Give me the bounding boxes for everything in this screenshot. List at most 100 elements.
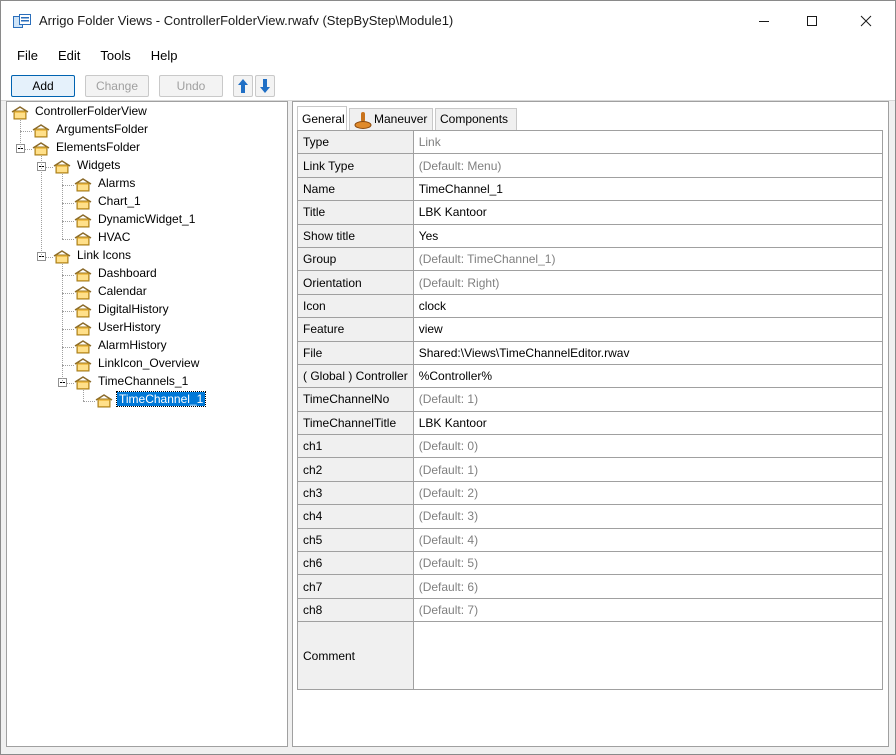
property-row: TimeChannelTitle LBK Kantoor — [297, 410, 884, 436]
property-value[interactable]: (Default: 1) — [412, 457, 884, 482]
tree-connector — [62, 275, 74, 276]
joystick-icon — [354, 112, 372, 129]
tree-item[interactable]: Chart_1 — [96, 194, 143, 208]
property-row: ( Global ) Controller %Controller% — [297, 363, 884, 389]
property-row: ch7 (Default: 6) — [297, 574, 884, 599]
property-row: ch3 (Default: 2) — [297, 480, 884, 506]
property-value[interactable]: Shared:\Views\TimeChannelEditor.rwav — [412, 340, 884, 365]
tab-maneuver[interactable]: Maneuver — [349, 108, 433, 130]
property-row: Link Type (Default: Menu) — [297, 153, 884, 178]
add-button[interactable]: Add — [11, 75, 75, 97]
change-button[interactable]: Change — [85, 75, 149, 97]
tree-item[interactable]: ArgumentsFolder — [54, 122, 150, 136]
tree-item[interactable]: TimeChannels_1 — [96, 374, 190, 388]
minimize-button[interactable] — [741, 1, 787, 41]
close-icon — [860, 15, 872, 27]
property-row: Type Link — [297, 129, 884, 155]
move-down-button[interactable] — [255, 75, 275, 97]
property-row: File Shared:\Views\TimeChannelEditor.rwav — [297, 340, 884, 365]
property-value[interactable]: %Controller% — [412, 363, 884, 389]
menu-tools[interactable]: Tools — [90, 48, 140, 63]
tree-connector — [62, 239, 74, 240]
tree-item[interactable]: HVAC — [96, 230, 132, 244]
property-row: ch5 (Default: 4) — [297, 527, 884, 553]
toolbar: Add Change Undo — [1, 69, 895, 101]
tree-item[interactable]: LinkIcon_Overview — [96, 356, 201, 370]
folder-node-icon — [74, 232, 92, 246]
maximize-icon — [807, 16, 817, 26]
folder-tree[interactable]: ControllerFolderView ArgumentsFolder Eleme… — [6, 101, 288, 747]
tree-connector — [83, 390, 84, 401]
property-value[interactable] — [412, 621, 884, 691]
tree-item[interactable]: UserHistory — [96, 320, 163, 334]
property-name: Icon — [297, 293, 414, 319]
property-row: ch8 (Default: 7) — [297, 597, 884, 623]
maximize-button[interactable] — [789, 1, 835, 41]
folder-views-icon — [13, 14, 31, 28]
property-value[interactable]: (Default: 3) — [412, 504, 884, 529]
property-value[interactable]: Yes — [412, 223, 884, 248]
property-row: Comment — [297, 621, 884, 691]
folder-node-icon — [74, 286, 92, 300]
tree-item[interactable]: Alarms — [96, 176, 137, 190]
property-value[interactable]: (Default: 7) — [412, 597, 884, 623]
tree-connector — [41, 156, 42, 257]
property-name: ch8 — [297, 597, 414, 623]
property-value[interactable]: Link — [412, 129, 884, 155]
tree-item[interactable]: Widgets — [75, 158, 122, 172]
tree-item[interactable]: Dashboard — [96, 266, 159, 280]
tree-connector — [62, 174, 63, 239]
folder-node-icon — [74, 214, 92, 228]
property-value[interactable]: view — [412, 317, 884, 342]
tree-item[interactable]: AlarmHistory — [96, 338, 169, 352]
property-value[interactable]: (Default: Right) — [412, 270, 884, 295]
property-name: Title — [297, 200, 414, 225]
tree-item[interactable]: TimeChannel_1 — [115, 391, 207, 407]
menu-file[interactable]: File — [7, 48, 48, 63]
property-value[interactable]: clock — [412, 293, 884, 319]
tree-item[interactable]: Calendar — [96, 284, 149, 298]
property-row: Group (Default: TimeChannel_1) — [297, 246, 884, 272]
property-name: Feature — [297, 317, 414, 342]
property-name: Group — [297, 246, 414, 272]
tab-maneuver-label: Maneuver — [374, 112, 428, 126]
move-up-button[interactable] — [233, 75, 253, 97]
property-row: ch6 (Default: 5) — [297, 551, 884, 576]
tree-item[interactable]: ElementsFolder — [54, 140, 142, 154]
tab-components[interactable]: Components — [435, 108, 517, 130]
property-value[interactable]: (Default: 0) — [412, 434, 884, 459]
property-value[interactable]: (Default: 1) — [412, 387, 884, 412]
undo-button[interactable]: Undo — [159, 75, 223, 97]
tree-connector — [62, 329, 74, 330]
property-name: ch5 — [297, 527, 414, 553]
property-value[interactable]: LBK Kantoor — [412, 200, 884, 225]
property-name: ch3 — [297, 480, 414, 506]
tree-item[interactable]: DigitalHistory — [96, 302, 171, 316]
tree-connector — [62, 264, 63, 383]
close-button[interactable] — [843, 1, 889, 41]
property-name: Orientation — [297, 270, 414, 295]
property-value[interactable]: (Default: 5) — [412, 551, 884, 576]
tab-general[interactable]: General — [297, 106, 347, 130]
property-name: ch7 — [297, 574, 414, 599]
property-value[interactable]: (Default: Menu) — [412, 153, 884, 178]
property-value[interactable]: (Default: TimeChannel_1) — [412, 246, 884, 272]
property-row: Icon clock — [297, 293, 884, 319]
property-value[interactable]: LBK Kantoor — [412, 410, 884, 436]
property-name: ch1 — [297, 434, 414, 459]
tree-item[interactable]: Link Icons — [75, 248, 133, 262]
tree-item[interactable]: ControllerFolderView — [33, 104, 149, 118]
menu-edit[interactable]: Edit — [48, 48, 90, 63]
app-window: Arrigo Folder Views - ControllerFolderVi… — [0, 0, 896, 755]
property-value[interactable]: (Default: 4) — [412, 527, 884, 553]
tree-item[interactable]: DynamicWidget_1 — [96, 212, 197, 226]
menu-help[interactable]: Help — [141, 48, 188, 63]
folder-node-icon — [74, 196, 92, 210]
property-value[interactable]: (Default: 2) — [412, 480, 884, 506]
property-name: ch4 — [297, 504, 414, 529]
property-value[interactable]: TimeChannel_1 — [412, 176, 884, 202]
arrow-down-icon — [260, 79, 270, 93]
folder-node-icon — [74, 304, 92, 318]
property-value[interactable]: (Default: 6) — [412, 574, 884, 599]
property-name: ( Global ) Controller — [297, 363, 414, 389]
